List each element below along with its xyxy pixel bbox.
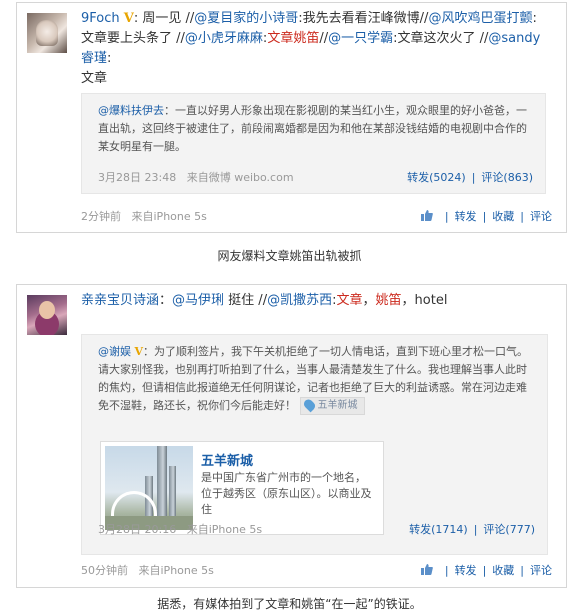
text-segment: 文章 — [81, 71, 108, 86]
location-card-desc: 是中国广东省广州市的一个地名，位于越秀区（原东山区）。以商业及住 — [201, 471, 372, 516]
post-time[interactable]: 2分钟前 — [81, 210, 121, 223]
text-segment: 挺住 // — [224, 293, 268, 308]
quoted-source[interactable]: 来自iPhone 5s — [187, 523, 262, 536]
text-segment: :我先去看看汪峰微博// — [298, 11, 429, 26]
text-segment: ，hotel — [401, 293, 448, 308]
text-segment: : 周一见 // — [133, 11, 195, 26]
highlighted-text: 文章 — [336, 293, 363, 308]
quoted-meta: 3月28日 20:16 来自iPhone 5s — [98, 521, 262, 537]
mention-link[interactable]: @小虎牙麻麻 — [185, 31, 263, 46]
repost-button[interactable]: 转发 — [455, 210, 477, 223]
weibo-post-2: 亲亲宝贝诗涵：@马伊琍 挺住 //@凯撒苏西:文章，姚笛，hotel @谢娱 V… — [16, 284, 567, 588]
text-segment: ： — [159, 293, 173, 308]
location-pin-icon — [301, 397, 317, 413]
mention-link[interactable]: @马伊琍 — [172, 293, 224, 308]
post-text: 亲亲宝贝诗涵：@马伊琍 挺住 //@凯撒苏西:文章，姚笛，hotel — [81, 291, 551, 311]
post-time[interactable]: 50分钟前 — [81, 564, 128, 577]
highlighted-text: 姚笛 — [375, 293, 402, 308]
text-segment: : — [107, 51, 112, 66]
caption-1: 网友爆料文章姚笛出轨被抓 — [217, 249, 362, 263]
mention-link[interactable]: @夏目家的小诗哥 — [194, 11, 298, 26]
text-segment: // — [319, 31, 329, 46]
post-source[interactable]: 来自iPhone 5s — [139, 564, 214, 577]
quoted-post: @谢娱 V：为了顺利签片，我下午关机拒绝了一切人情电话，直到下班心里才松一口气。… — [81, 334, 548, 555]
quoted-time[interactable]: 3月28日 23:48 — [98, 171, 176, 184]
repost-button[interactable]: 转发 — [455, 564, 477, 577]
thumbs-up-icon[interactable] — [421, 564, 434, 575]
location-tag[interactable]: 五羊新城 — [299, 397, 365, 415]
text-segment: :文章这次火了 // — [393, 31, 489, 46]
favorite-button[interactable]: 收藏 — [492, 210, 514, 223]
verified-badge-icon: V — [123, 11, 134, 26]
post-actions: | 转发 | 收藏 | 评论 — [421, 562, 552, 578]
quoted-post: @爆料扶伊去：一直以好男人形象出现在影视剧的某当红小生，观众眼里的好小爸爸，一直… — [81, 93, 546, 194]
highlighted-text: 文章姚笛 — [267, 31, 320, 46]
thumbs-up-icon[interactable] — [421, 210, 434, 221]
quoted-comment-link[interactable]: 评论(863) — [481, 171, 533, 184]
quoted-time[interactable]: 3月28日 20:16 — [98, 523, 176, 536]
location-photo — [105, 446, 193, 530]
post-meta: 50分钟前 来自iPhone 5s — [81, 562, 214, 578]
caption-2: 据悉，有媒体拍到了文章和姚笛“在一起”的铁证。 — [157, 597, 422, 611]
mention-link[interactable]: @凯撒苏西 — [267, 293, 332, 308]
location-tag-label: 五羊新城 — [317, 400, 358, 411]
mention-link[interactable]: @一只学霸 — [328, 31, 393, 46]
post-source[interactable]: 来自iPhone 5s — [132, 210, 207, 223]
location-card-title[interactable]: 五羊新城 — [201, 450, 253, 469]
quoted-author-link[interactable]: @谢娱 — [98, 345, 131, 358]
favorite-button[interactable]: 收藏 — [492, 564, 514, 577]
quoted-source[interactable]: 来自微博 weibo.com — [187, 171, 294, 184]
quoted-text: @爆料扶伊去：一直以好男人形象出现在影视剧的某当红小生，观众眼里的好小爸爸，一直… — [98, 102, 536, 156]
username-link[interactable]: 亲亲宝贝诗涵 — [81, 293, 159, 308]
post-text: 9Foch V: 周一见 //@夏目家的小诗哥:我先去看看汪峰微博//@风吹鸡巴… — [81, 9, 551, 89]
quoted-comment-link[interactable]: 评论(777) — [483, 523, 535, 536]
post-meta: 2分钟前 来自iPhone 5s — [81, 208, 207, 224]
quoted-author-link[interactable]: @爆料扶伊去 — [98, 104, 164, 117]
avatar[interactable] — [27, 13, 67, 53]
weibo-post-1: 9Foch V: 周一见 //@夏目家的小诗哥:我先去看看汪峰微博//@风吹鸡巴… — [16, 2, 567, 233]
username-link[interactable]: 9Foch — [81, 11, 120, 26]
quoted-meta: 3月28日 23:48 来自微博 weibo.com — [98, 169, 294, 185]
post-actions: | 转发 | 收藏 | 评论 — [421, 208, 552, 224]
quoted-repost-link[interactable]: 转发(1714) — [409, 523, 468, 536]
quoted-actions: 转发(5024) | 评论(863) — [407, 171, 533, 184]
quoted-actions: 转发(1714) | 评论(777) — [409, 523, 535, 536]
comment-button[interactable]: 评论 — [530, 210, 552, 223]
quoted-text: @谢娱 V：为了顺利签片，我下午关机拒绝了一切人情电话，直到下班心里才松一口气。… — [98, 343, 536, 415]
mention-link[interactable]: @风吹鸡巴蛋打颤 — [428, 11, 532, 26]
avatar[interactable] — [27, 295, 67, 335]
quoted-repost-link[interactable]: 转发(5024) — [407, 171, 466, 184]
comment-button[interactable]: 评论 — [530, 564, 552, 577]
verified-badge-icon: V — [134, 345, 144, 358]
text-segment: ， — [362, 293, 376, 308]
